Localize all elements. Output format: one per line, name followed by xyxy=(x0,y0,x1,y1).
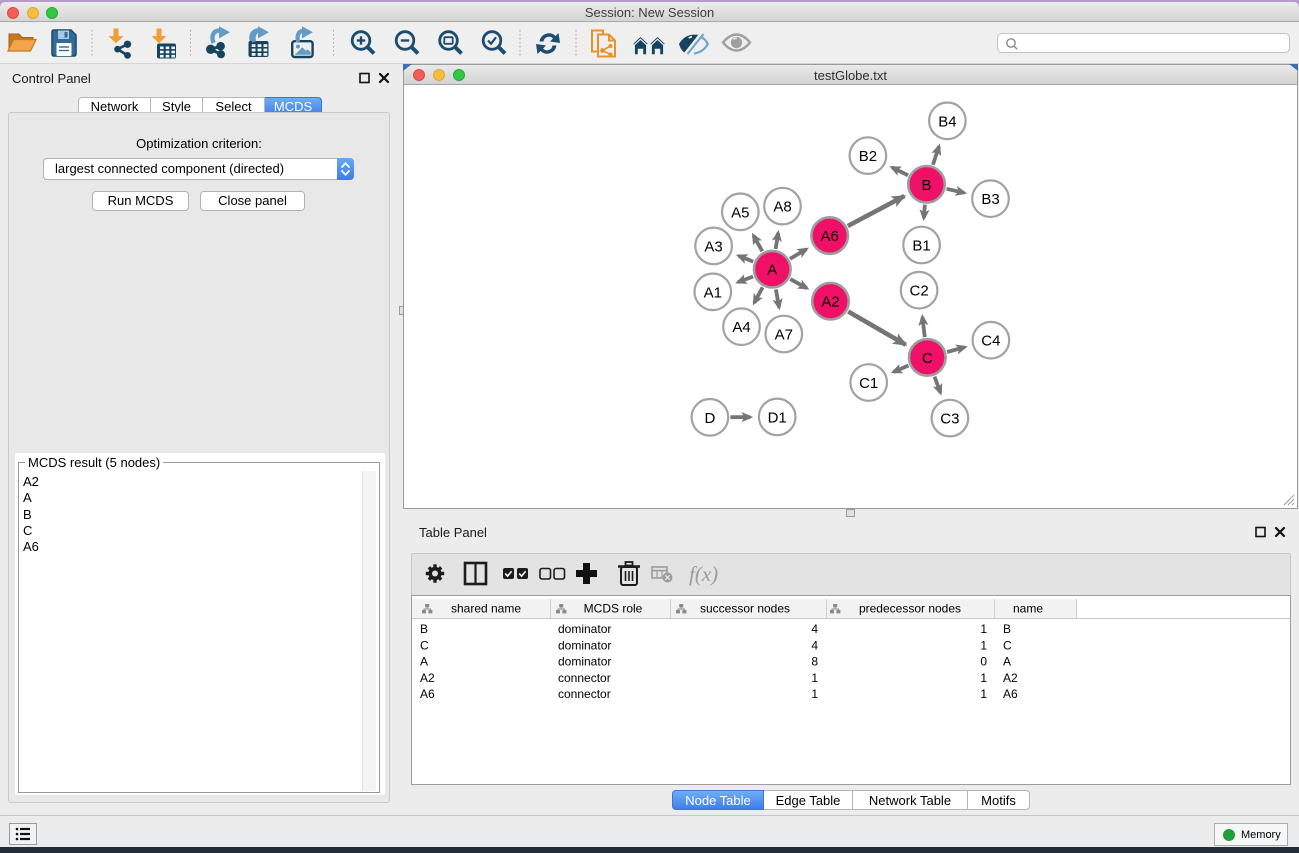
svg-text:A: A xyxy=(420,655,428,669)
svg-text:C4: C4 xyxy=(981,333,1000,350)
svg-text:A6: A6 xyxy=(420,687,435,701)
svg-text:D1: D1 xyxy=(768,409,787,426)
svg-text:A7: A7 xyxy=(775,327,793,344)
svg-text:A2: A2 xyxy=(420,671,435,685)
svg-text:shared name: shared name xyxy=(451,602,521,616)
svg-text:C: C xyxy=(1003,638,1012,652)
svg-text:8: 8 xyxy=(811,655,818,669)
svg-text:0: 0 xyxy=(980,655,987,669)
svg-text:B2: B2 xyxy=(859,148,877,165)
svg-text:C: C xyxy=(922,350,933,367)
svg-text:B1: B1 xyxy=(912,238,930,255)
svg-text:1: 1 xyxy=(980,622,987,636)
svg-text:4: 4 xyxy=(811,622,818,636)
svg-text:1: 1 xyxy=(980,638,987,652)
svg-text:B4: B4 xyxy=(938,113,956,130)
svg-text:1: 1 xyxy=(811,671,818,685)
svg-text:A2: A2 xyxy=(1003,671,1018,685)
svg-text:A: A xyxy=(767,262,777,279)
svg-text:C2: C2 xyxy=(910,283,929,300)
svg-text:A8: A8 xyxy=(773,199,791,216)
svg-text:MCDS role: MCDS role xyxy=(584,602,643,616)
svg-text:name: name xyxy=(1013,602,1043,616)
svg-text:B: B xyxy=(1003,622,1011,636)
svg-text:A3: A3 xyxy=(704,238,722,255)
svg-text:connector: connector xyxy=(558,687,611,701)
svg-text:dominator: dominator xyxy=(558,622,611,636)
svg-text:1: 1 xyxy=(811,687,818,701)
svg-text:A5: A5 xyxy=(731,204,749,221)
svg-text:C3: C3 xyxy=(940,411,959,428)
svg-text:C: C xyxy=(420,638,429,652)
svg-text:B: B xyxy=(420,622,428,636)
svg-text:D: D xyxy=(704,410,715,427)
svg-text:B3: B3 xyxy=(981,191,999,208)
svg-text:dominator: dominator xyxy=(558,655,611,669)
svg-text:A: A xyxy=(1003,655,1011,669)
svg-text:A6: A6 xyxy=(1003,687,1018,701)
svg-text:connector: connector xyxy=(558,671,611,685)
svg-text:predecessor nodes: predecessor nodes xyxy=(859,602,961,616)
svg-text:4: 4 xyxy=(811,638,818,652)
svg-text:A4: A4 xyxy=(732,319,750,336)
svg-text:A6: A6 xyxy=(821,228,839,245)
svg-text:A1: A1 xyxy=(704,284,722,301)
svg-text:successor nodes: successor nodes xyxy=(700,602,790,616)
svg-text:1: 1 xyxy=(980,671,987,685)
svg-text:A2: A2 xyxy=(821,294,839,311)
svg-text:dominator: dominator xyxy=(558,638,611,652)
svg-text:1: 1 xyxy=(980,687,987,701)
svg-text:C1: C1 xyxy=(859,375,878,392)
svg-text:f(x): f(x) xyxy=(689,562,718,586)
svg-text:B: B xyxy=(921,177,931,194)
